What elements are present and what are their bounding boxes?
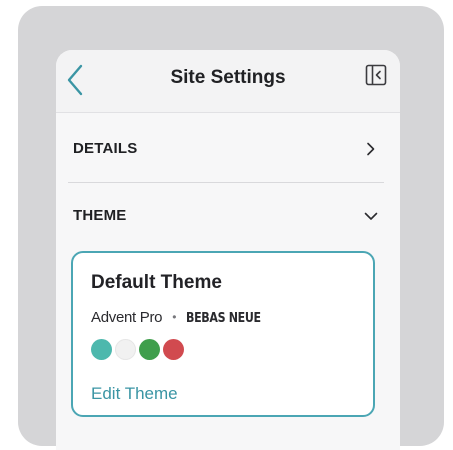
edit-theme-link[interactable]: Edit Theme bbox=[91, 384, 178, 404]
font-separator: • bbox=[172, 310, 177, 324]
section-theme[interactable]: THEME bbox=[68, 197, 384, 237]
section-label: DETAILS bbox=[73, 140, 138, 157]
section-details[interactable]: DETAILS bbox=[68, 130, 384, 170]
theme-fonts: Advent Pro • BEBAS NEUE bbox=[91, 309, 274, 326]
color-swatch bbox=[91, 339, 112, 360]
color-swatch bbox=[163, 339, 184, 360]
page-title: Site Settings bbox=[170, 67, 286, 88]
theme-name: Default Theme bbox=[91, 272, 222, 293]
section-label: THEME bbox=[73, 207, 127, 224]
chevron-right-icon bbox=[367, 142, 375, 156]
color-swatch bbox=[115, 339, 136, 360]
secondary-font-name: BEBAS NEUE bbox=[186, 311, 262, 326]
chevron-down-icon bbox=[364, 212, 378, 220]
primary-font-name: Advent Pro bbox=[91, 309, 163, 326]
theme-card[interactable]: Default Theme Advent Pro • BEBAS NEUE Edit… bbox=[71, 251, 375, 417]
sidebar-collapse-icon bbox=[365, 64, 387, 86]
color-swatch bbox=[139, 339, 160, 360]
panel-header: Site Settings bbox=[56, 50, 400, 113]
section-divider bbox=[68, 182, 384, 183]
collapse-panel-button[interactable] bbox=[365, 64, 387, 86]
site-settings-panel: Site Settings DETAILS THEME Default Them… bbox=[56, 50, 400, 450]
color-swatches bbox=[91, 339, 187, 361]
